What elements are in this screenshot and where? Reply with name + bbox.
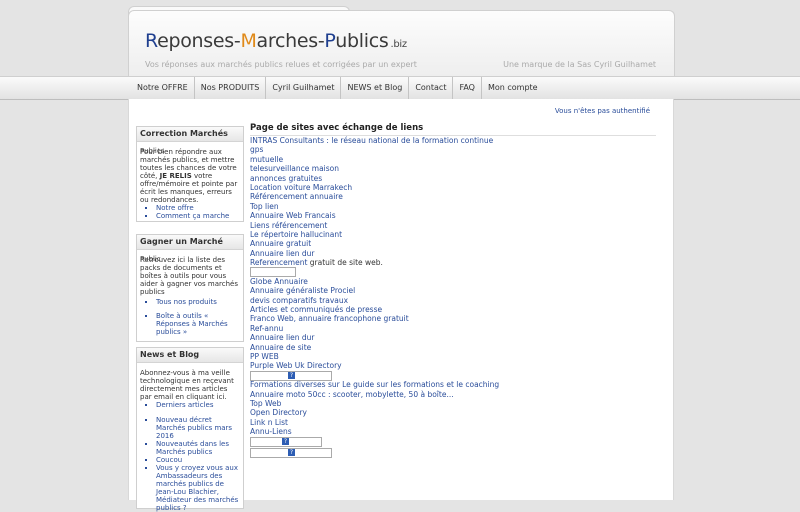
banner-row: ? bbox=[250, 370, 499, 381]
list-item[interactable]: Vous y croyez vous aux Ambassadeurs des … bbox=[156, 464, 243, 512]
site-tagline: Vos réponses aux marchés publics relues … bbox=[145, 60, 417, 69]
banner-row bbox=[250, 267, 499, 278]
link-tous-nos-produits[interactable]: Tous nos produits bbox=[156, 298, 217, 306]
link-item[interactable]: Annuaire de site bbox=[250, 343, 499, 352]
link-item[interactable]: Open Directory bbox=[250, 408, 499, 417]
link-item[interactable]: Purple Web Uk Directory bbox=[250, 361, 499, 370]
banner-image[interactable]: ? bbox=[250, 447, 332, 458]
box-list: Notre offre Comment ça marche bbox=[137, 204, 243, 220]
link-item[interactable]: Link n List bbox=[250, 418, 499, 427]
box-title: News et Blog bbox=[137, 348, 243, 363]
link-notre-offre[interactable]: Notre offre bbox=[156, 204, 194, 212]
link-item[interactable]: Formations diverses sur Le guide sur les… bbox=[250, 380, 499, 389]
link-comment-ca-marche[interactable]: Comment ça marche bbox=[156, 212, 229, 220]
nav-mon-compte[interactable]: Mon compte bbox=[482, 77, 544, 99]
logo-part-3: ublics bbox=[335, 30, 389, 52]
link-article[interactable]: Coucou bbox=[156, 456, 182, 464]
site-logo[interactable]: Reponses-Marches-Publics .biz bbox=[145, 30, 407, 52]
link-item[interactable]: Top lien bbox=[250, 202, 499, 211]
box-list: Tous nos produits Boîte à outils « Répon… bbox=[137, 298, 243, 336]
box-text: Publics Pour bien répondre aux marchés p… bbox=[140, 147, 238, 204]
link-article[interactable]: Nouveau décret Marchés publics mars 2016 bbox=[156, 416, 232, 440]
page-title: Page de sites avec échange de liens bbox=[250, 123, 656, 136]
nav-notre-offre[interactable]: Notre OFFRE bbox=[131, 77, 195, 99]
box-title: Gagner un Marché bbox=[137, 235, 243, 250]
list-item[interactable]: Coucou bbox=[156, 456, 243, 464]
link-item[interactable]: Top Web bbox=[250, 399, 499, 408]
banner-image[interactable] bbox=[250, 267, 296, 278]
banner-row: ? bbox=[250, 447, 499, 458]
broken-image-icon: ? bbox=[282, 437, 289, 445]
list-item[interactable]: Nouveautés dans les Marchés publics bbox=[156, 440, 243, 456]
logo-part-1: eponses- bbox=[157, 30, 241, 52]
nav-faq[interactable]: FAQ bbox=[453, 77, 482, 99]
banner-image[interactable]: ? bbox=[250, 370, 332, 381]
link-item[interactable]: mutuelle bbox=[250, 155, 499, 164]
sidebar-box-gagner: Gagner un Marché Public Retrouvez ici la… bbox=[136, 234, 244, 342]
link-article[interactable]: Vous y croyez vous aux Ambassadeurs des … bbox=[156, 464, 238, 512]
list-item[interactable]: Boîte à outils « Réponses à Marchés publ… bbox=[156, 312, 243, 336]
logo-letter-r: R bbox=[145, 30, 158, 52]
link-item[interactable]: Ref-annu bbox=[250, 324, 499, 333]
main-nav: Notre OFFRE Nos PRODUITS Cyril Guilhamet… bbox=[0, 76, 800, 100]
sidebar-box-correction: Correction Marchés Publics Pour bien rép… bbox=[136, 126, 244, 222]
link-item[interactable]: Franco Web, annuaire francophone gratuit bbox=[250, 314, 499, 323]
link-item[interactable]: PP WEB bbox=[250, 352, 499, 361]
link-derniers-articles[interactable]: Derniers articles bbox=[156, 401, 214, 409]
link-item[interactable]: Annu-Liens bbox=[250, 427, 499, 436]
link-item[interactable]: devis comparatifs travaux bbox=[250, 296, 499, 305]
box-list: Derniers articles Nouveau décret Marchés… bbox=[137, 401, 243, 512]
box-text: Public Retrouvez ici la liste des packs … bbox=[140, 255, 238, 296]
link-item[interactable]: Articles et communiqués de presse bbox=[250, 305, 499, 314]
nav-nos-produits[interactable]: Nos PRODUITS bbox=[195, 77, 267, 99]
box-text: Abonnez-vous à ma veille technologique e… bbox=[140, 369, 234, 401]
nav-contact[interactable]: Contact bbox=[409, 77, 454, 99]
box-title-overflow: Publics bbox=[140, 147, 165, 155]
box-title-overflow: Public bbox=[140, 255, 161, 263]
link-article[interactable]: Nouveautés dans les Marchés publics bbox=[156, 440, 229, 456]
nav-news-blog[interactable]: NEWS et Blog bbox=[341, 77, 410, 99]
list-item[interactable]: Derniers articles bbox=[156, 401, 243, 409]
link-item[interactable]: Annuaire généraliste Prociel bbox=[250, 286, 499, 295]
list-item[interactable]: Comment ça marche bbox=[156, 212, 243, 220]
link-item[interactable]: annonces gratuites bbox=[250, 174, 499, 183]
link-list: INTRAS Consultants : le réseau national … bbox=[250, 136, 499, 458]
link-item[interactable]: Liens référencement bbox=[250, 221, 499, 230]
broken-image-icon: ? bbox=[288, 448, 295, 456]
auth-status[interactable]: Vous n'êtes pas authentifié bbox=[555, 107, 650, 115]
box-title: Correction Marchés bbox=[137, 127, 243, 142]
link-referencement[interactable]: Referencement bbox=[250, 258, 307, 267]
banner-image[interactable]: ? bbox=[250, 436, 322, 447]
link-item[interactable]: Location voiture Marrakech bbox=[250, 183, 499, 192]
link-item[interactable]: Référencement annuaire bbox=[250, 192, 499, 201]
nav-cyril-guilhamet[interactable]: Cyril Guilhamet bbox=[266, 77, 342, 99]
je-relis: JE RELIS bbox=[159, 172, 192, 180]
logo-part-2: arches- bbox=[256, 30, 325, 52]
broken-image-icon: ? bbox=[288, 371, 295, 379]
logo-letter-p: P bbox=[324, 30, 336, 52]
brand-line: Une marque de la Sas Cyril Guilhamet bbox=[503, 60, 656, 69]
list-item[interactable]: Notre offre bbox=[156, 204, 243, 212]
link-boite-a-outils[interactable]: Boîte à outils « Réponses à Marchés publ… bbox=[156, 312, 228, 336]
link-item[interactable]: Annuaire lien dur bbox=[250, 249, 499, 258]
link-suffix: gratuit de site web. bbox=[307, 258, 383, 268]
link-item[interactable]: Globe Annuaire bbox=[250, 277, 499, 286]
logo-letter-m: M bbox=[240, 30, 257, 52]
banner-row: ? bbox=[250, 436, 499, 448]
link-item[interactable]: Annuaire moto 50cc : scooter, mobylette,… bbox=[250, 390, 499, 399]
link-item[interactable]: Referencement gratuit de site web. bbox=[250, 258, 499, 267]
list-item[interactable]: Tous nos produits bbox=[156, 298, 243, 306]
link-item[interactable]: Annuaire Web Francais bbox=[250, 211, 499, 220]
link-item[interactable]: telesurveillance maison bbox=[250, 164, 499, 173]
link-item[interactable]: Le répertoire hallucinant bbox=[250, 230, 499, 239]
logo-tld: .biz bbox=[390, 39, 407, 50]
link-item[interactable]: gps bbox=[250, 145, 499, 154]
link-item[interactable]: Annuaire lien dur bbox=[250, 333, 499, 342]
link-item[interactable]: Annuaire gratuit bbox=[250, 239, 499, 248]
list-item[interactable]: Nouveau décret Marchés publics mars 2016 bbox=[156, 416, 243, 440]
link-item[interactable]: INTRAS Consultants : le réseau national … bbox=[250, 136, 499, 145]
sidebar-box-news: News et Blog Abonnez-vous à ma veille te… bbox=[136, 347, 244, 512]
